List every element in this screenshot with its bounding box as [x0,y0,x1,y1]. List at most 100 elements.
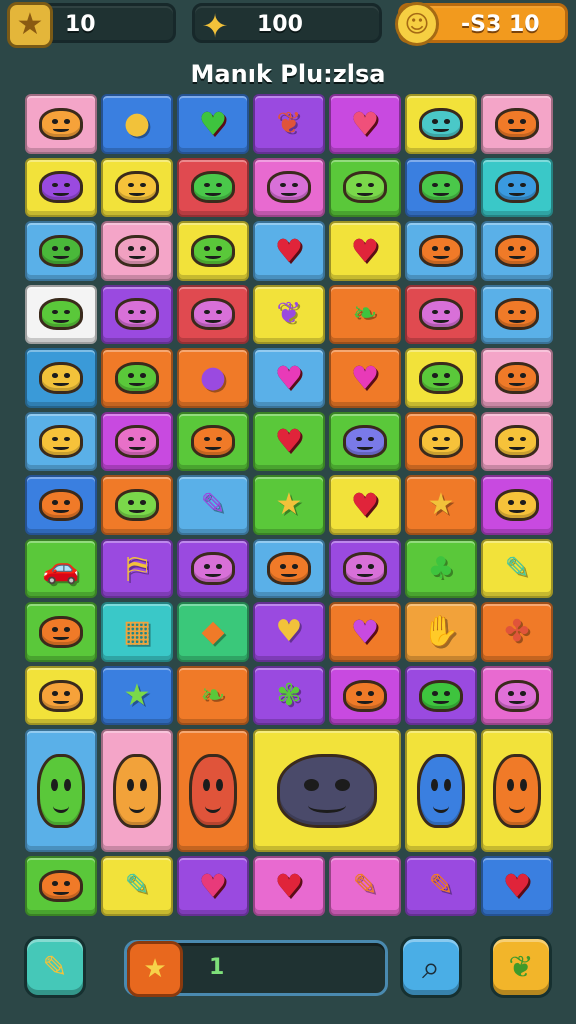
pencil-button[interactable]: ✎ [24,936,86,998]
board-tile[interactable]: ✎ [405,856,477,916]
board-tile[interactable]: ♥ [177,856,249,916]
board-tile[interactable] [25,221,97,281]
board-tile[interactable] [405,221,477,281]
monster-face-icon [38,234,84,267]
board-tile[interactable]: ♥ [329,221,401,281]
board-tile[interactable] [177,157,249,218]
board-tile[interactable] [405,729,477,853]
board-tile[interactable] [25,348,97,408]
leaf-button[interactable]: ❦ [490,936,552,998]
item-icon: ❧ [352,296,378,332]
gems-counter[interactable]: ✦ 100 [192,3,382,43]
board-tile[interactable] [481,157,553,218]
board-tile[interactable]: ♥ [329,602,401,662]
board-tile[interactable]: ✎ [481,538,553,599]
board-tile[interactable] [405,411,477,472]
board-tile[interactable] [101,348,173,408]
board-tile[interactable] [481,665,553,726]
board-tile[interactable] [25,94,97,154]
board-tile[interactable]: ♥ [329,475,401,535]
board-tile[interactable]: ❧ [177,665,249,726]
board-tile[interactable] [481,475,553,535]
coins-counter[interactable]: ☺ -S3 10 [395,2,568,46]
board-tile[interactable]: ▦ [101,602,173,662]
board-tile[interactable] [25,411,97,472]
board-tile[interactable] [25,475,97,535]
board-tile[interactable] [101,475,173,535]
board-tile[interactable]: ♥ [253,602,325,662]
board-tile[interactable]: ♥ [253,856,325,916]
board-tile[interactable] [253,729,401,853]
board-tile[interactable] [405,94,477,154]
board-tile[interactable]: ★ [253,475,325,535]
board-tile[interactable] [329,157,401,218]
monster-face-icon [113,754,161,828]
monster-face-icon [418,298,464,331]
board-tile[interactable]: ✎ [101,856,173,916]
board-tile[interactable] [481,411,553,472]
monster-face-icon [418,679,464,712]
board-tile[interactable] [481,284,553,345]
board-tile[interactable] [177,729,249,853]
board-tile[interactable] [25,602,97,662]
board-tile[interactable]: ♥ [329,348,401,408]
board-tile[interactable] [253,538,325,599]
board-tile[interactable]: ❧ [329,284,401,345]
board-tile[interactable] [177,538,249,599]
board-tile[interactable]: ◆ [177,602,249,662]
board-tile[interactable]: ✤ [481,602,553,662]
board-tile[interactable] [101,284,173,345]
board-tile[interactable] [177,221,249,281]
board-tile[interactable] [405,157,477,218]
board-tile[interactable]: ♥ [481,856,553,916]
board-tile[interactable] [177,411,249,472]
board-tile[interactable] [25,729,97,853]
board-tile[interactable]: ♥ [253,221,325,281]
board-tile[interactable]: ✎ [177,475,249,535]
board-tile[interactable] [25,665,97,726]
board-tile[interactable]: ❦ [253,284,325,345]
board-tile[interactable]: ★ [101,665,173,726]
board-tile[interactable] [25,157,97,218]
board-tile[interactable] [25,856,97,916]
board-tile[interactable]: 🚗 [25,538,97,599]
board-tile[interactable]: ♥ [253,348,325,408]
board-tile[interactable]: ♣ [405,538,477,599]
board-tile[interactable] [405,665,477,726]
board-tile[interactable]: ❦ [253,94,325,154]
board-tile[interactable] [101,411,173,472]
board-tile[interactable] [481,94,553,154]
search-button[interactable]: ⌕ [400,936,462,998]
board-tile[interactable]: ● [177,348,249,408]
leaf-icon: ❦ [508,949,534,985]
board-tile[interactable]: ⛿ [101,538,173,599]
board-tile[interactable]: ✾ [253,665,325,726]
board-tile[interactable] [253,157,325,218]
board-tile[interactable]: ♥ [329,94,401,154]
board-tile[interactable]: ✋ [405,602,477,662]
board-tile[interactable] [329,538,401,599]
board-tile[interactable] [405,348,477,408]
stars-counter[interactable]: ★ 10 [7,2,176,48]
board-tile[interactable] [101,157,173,218]
monster-face-icon [494,107,540,140]
board-tile[interactable] [329,665,401,726]
board-tile[interactable] [25,284,97,345]
board-tile[interactable] [177,284,249,345]
board-tile[interactable] [481,348,553,408]
monster-face-icon [190,234,236,267]
board-tile[interactable] [405,284,477,345]
board-tile[interactable] [101,221,173,281]
board-tile[interactable]: ● [101,94,173,154]
board-tile[interactable] [481,221,553,281]
item-icon: ★ [123,677,151,713]
progress-track: ★ 1 [124,940,388,997]
board-tile[interactable] [101,729,173,853]
monster-face-icon [266,171,312,204]
board-tile[interactable]: ♥ [253,411,325,472]
board-tile[interactable] [329,411,401,472]
board-tile[interactable] [481,729,553,853]
board-tile[interactable]: ★ [405,475,477,535]
board-tile[interactable]: ♥ [177,94,249,154]
board-tile[interactable]: ✎ [329,856,401,916]
